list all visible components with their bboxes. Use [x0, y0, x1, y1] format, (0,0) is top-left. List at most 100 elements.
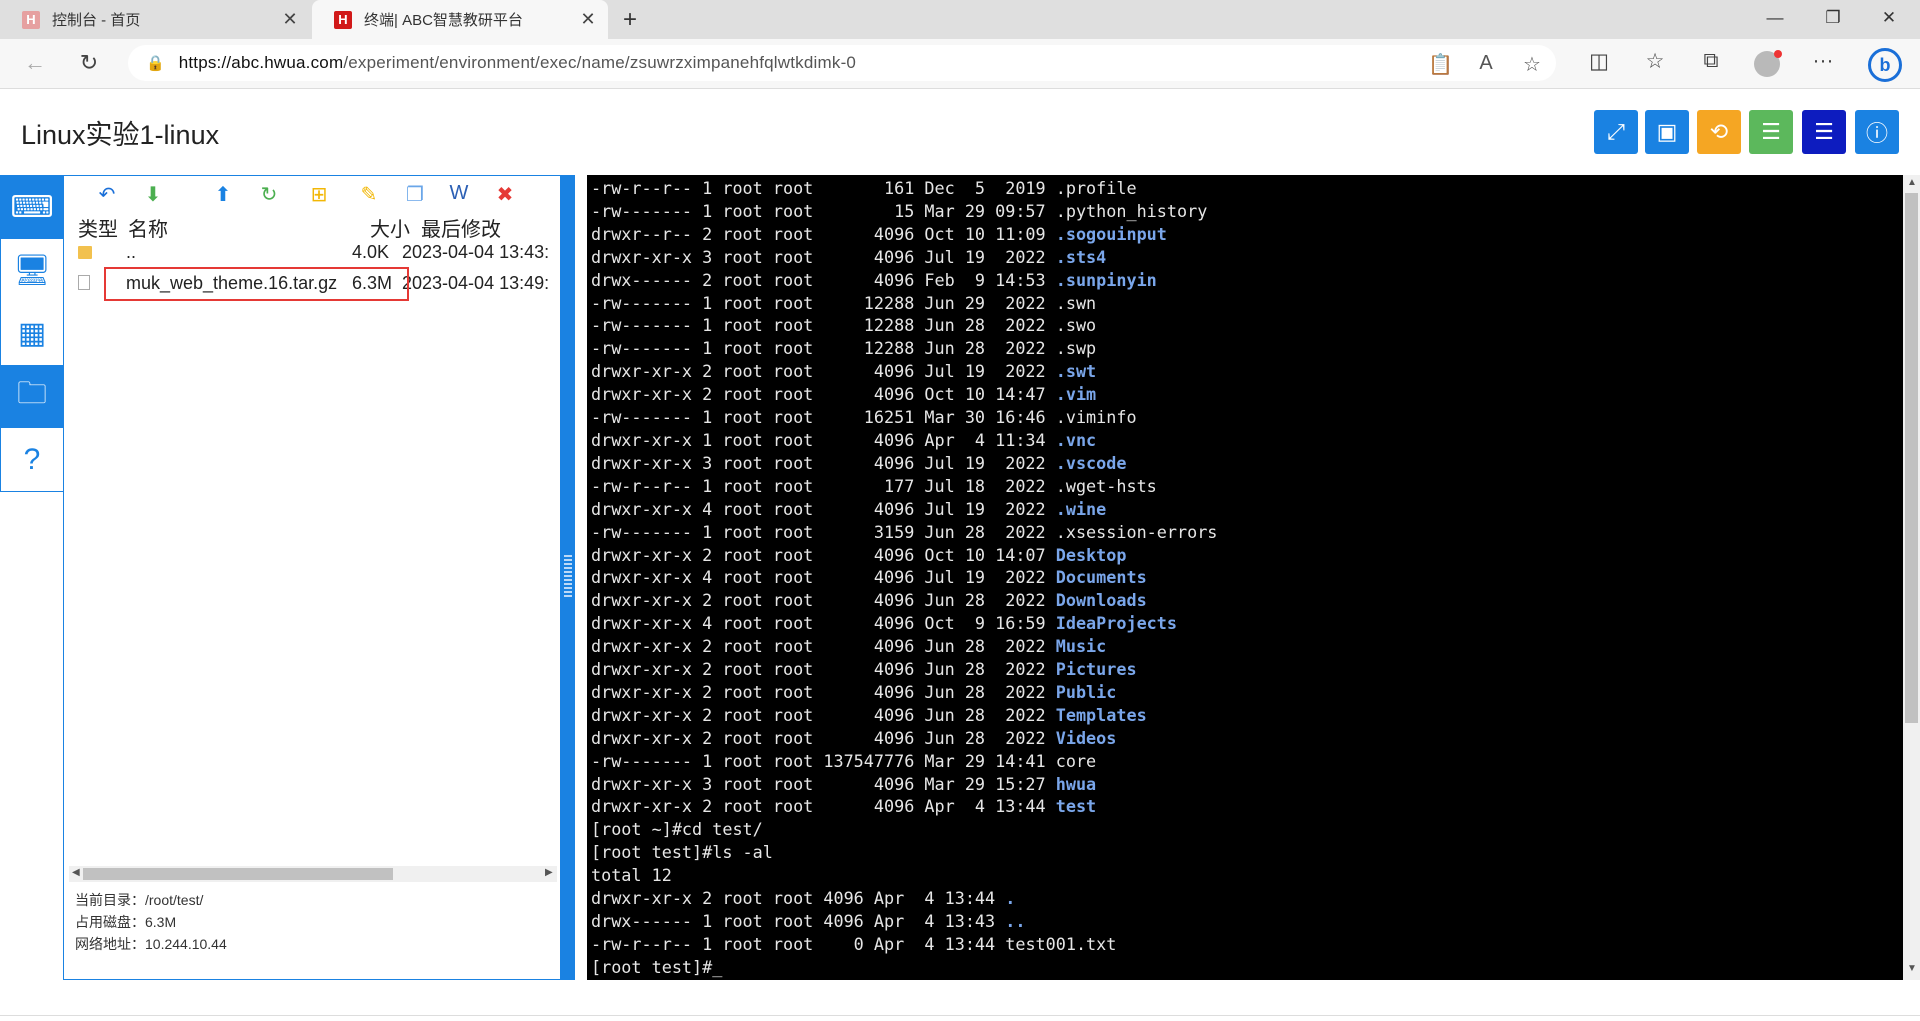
- task-list-button[interactable]: ☰: [1749, 110, 1793, 154]
- tab-title: 终端| ABC智慧教研平台: [364, 12, 523, 29]
- refresh-icon[interactable]: ↻: [256, 182, 282, 207]
- hwua-logo-icon: H: [22, 10, 40, 29]
- fullscreen-button[interactable]: ⤢: [1594, 110, 1638, 154]
- word-file-icon[interactable]: W: [446, 182, 472, 205]
- scroll-up-icon[interactable]: ▲: [1907, 177, 1917, 188]
- more-menu-icon[interactable]: ···: [1808, 49, 1838, 73]
- file-list-header: 类型 名称 大小 最后修改: [78, 213, 558, 241]
- terminal-dir-name: ..: [1005, 911, 1026, 931]
- favorites-icon[interactable]: ☆: [1640, 49, 1670, 74]
- terminal-output: -rw-r--r-- 1 root root 161 Dec 5 2019 .p…: [591, 177, 1217, 979]
- restore-icon[interactable]: ❐: [1818, 8, 1848, 28]
- terminal-dir-name: .sunpinyin: [1055, 269, 1157, 290]
- terminal-file-name: .wget-hsts: [1055, 475, 1157, 496]
- minimize-icon[interactable]: —: [1760, 8, 1790, 28]
- read-aloud-icon[interactable]: A: [1474, 52, 1498, 75]
- terminal-line-text: [root ~]#cd test/: [591, 819, 763, 840]
- profile-avatar[interactable]: [1754, 50, 1782, 77]
- bing-copilot-icon[interactable]: b: [1868, 48, 1902, 82]
- horizontal-scrollbar[interactable]: ◀ ▶: [69, 866, 557, 882]
- rename-icon[interactable]: ✎: [356, 182, 382, 207]
- disk-value: 6.3M: [145, 914, 177, 930]
- list-icon: ☰: [1761, 119, 1781, 144]
- terminal-panel[interactable]: -rw-r--r-- 1 root root 161 Dec 5 2019 .p…: [587, 175, 1903, 980]
- url-field[interactable]: 🔒 https://abc.hwua.com/experiment/enviro…: [128, 45, 1556, 81]
- terminal-line: drwxr-xr-x 2 root root 4096 Jul 19 2022 …: [591, 360, 1217, 383]
- terminal-line: drwxr-xr-x 2 root root 4096 Oct 10 14:47…: [591, 383, 1217, 406]
- terminal-line: -rw------- 1 root root 16251 Mar 30 16:4…: [591, 406, 1217, 429]
- back-icon[interactable]: ↶: [94, 182, 120, 207]
- panel-splitter[interactable]: [561, 175, 575, 980]
- info-icon: ⓘ: [1865, 121, 1888, 146]
- file-size: 4.0K: [352, 242, 390, 262]
- close-tab-icon[interactable]: ✕: [280, 9, 300, 30]
- terminal-line: drwx------ 2 root root 4096 Feb 9 14:53 …: [591, 269, 1217, 292]
- terminal-line-text: -rw------- 1 root root 137547776 Mar 29 …: [591, 750, 1056, 771]
- upload-icon[interactable]: ⬆: [210, 182, 236, 207]
- sidebar-item-files[interactable]: 🗀: [1, 365, 63, 428]
- terminal-dir-name: Pictures: [1055, 659, 1137, 680]
- new-tab-icon[interactable]: +: [618, 6, 642, 34]
- terminal-line: total 12: [591, 864, 1217, 887]
- terminal-line: drwxr-xr-x 2 root root 4096 Apr 4 13:44 …: [591, 795, 1217, 818]
- terminal-line-text: drwxr-xr-x 2 root root 4096 Apr 4 13:44: [591, 796, 1056, 817]
- refresh-icon[interactable]: ↻: [74, 50, 104, 76]
- terminal-line-text: drwxr-xr-x 2 root root 4096 Jul 19 2022: [591, 361, 1056, 382]
- close-window-icon[interactable]: ✕: [1874, 8, 1904, 28]
- lock-icon: 🔒: [146, 55, 165, 72]
- terminal-line: drwxr-xr-x 2 root root 4096 Jun 28 2022 …: [591, 635, 1217, 658]
- terminal-line: -rw------- 1 root root 15 Mar 29 09:57 .…: [591, 200, 1217, 223]
- ip-label: 网络地址：: [75, 936, 145, 952]
- sidebar-item-help[interactable]: ?: [1, 428, 63, 491]
- terminal-line: drwxr--r-- 2 root root 4096 Oct 10 11:09…: [591, 223, 1217, 246]
- terminal-line-text: drwxr-xr-x 2 root root 4096 Jun 28 2022: [591, 704, 1056, 725]
- copy-icon[interactable]: ❐: [402, 182, 428, 207]
- reset-button[interactable]: ⟲: [1697, 110, 1741, 154]
- header-modified: 最后修改: [421, 219, 501, 241]
- delete-icon[interactable]: ✖: [492, 182, 518, 207]
- list-icon: ☰: [1814, 119, 1834, 144]
- scroll-down-icon[interactable]: ▼: [1907, 963, 1917, 974]
- collections-icon[interactable]: ⧉: [1696, 49, 1726, 73]
- sidebar-item-desktop[interactable]: 🖥: [1, 239, 63, 302]
- terminal-line-text: [root test]#_: [591, 956, 723, 977]
- new-folder-icon[interactable]: ⊞: [306, 182, 332, 207]
- terminal-line-text: -rw------- 1 root root 12288 Jun 28 2022: [591, 338, 1056, 359]
- hwua-logo-icon: H: [334, 10, 352, 29]
- terminal-line: drwxr-xr-x 2 root root 4096 Jun 28 2022 …: [591, 658, 1217, 681]
- terminal-line-text: -rw------- 1 root root 3159 Jun 28 2022: [591, 521, 1056, 542]
- steps-list-button[interactable]: ☰: [1802, 110, 1846, 154]
- sidebar-item-apps[interactable]: ▦: [1, 302, 63, 365]
- scroll-left-icon[interactable]: ◀: [72, 867, 80, 878]
- terminal-line: -rw------- 1 root root 12288 Jun 29 2022…: [591, 292, 1217, 315]
- sidebar-item-terminal[interactable]: ⌨: [1, 176, 63, 239]
- back-icon[interactable]: ←: [20, 50, 50, 76]
- browser-tab-bar: H 控制台 - 首页 ✕ H 终端| ABC智慧教研平台 ✕ + — ❐ ✕: [0, 0, 1920, 39]
- code-window-button[interactable]: ▣: [1645, 110, 1689, 154]
- close-tab-icon[interactable]: ✕: [578, 9, 598, 30]
- terminal-line: -rw------- 1 root root 12288 Jun 28 2022…: [591, 314, 1217, 337]
- terminal-line: [root test]#_: [591, 956, 1217, 979]
- drag-handle-icon[interactable]: [564, 555, 572, 597]
- terminal-line-text: drwx------ 1 root root 4096 Apr 4 13:43: [591, 911, 1006, 931]
- scroll-thumb[interactable]: [1905, 193, 1918, 723]
- file-row[interactable]: .. 4.0K 2023-04-04 13:43:: [64, 242, 560, 266]
- header-size: 大小: [370, 219, 410, 241]
- scroll-right-icon[interactable]: ▶: [545, 867, 553, 878]
- grid-icon: ▦: [17, 317, 47, 350]
- browser-tab-terminal[interactable]: H 终端| ABC智慧教研平台 ✕: [312, 0, 608, 39]
- terminal-file-name: .viminfo: [1055, 407, 1137, 428]
- terminal-dir-name: Documents: [1055, 567, 1147, 588]
- terminal-file-name: .python_history: [1055, 200, 1208, 221]
- clipboard-icon[interactable]: 📋: [1428, 52, 1453, 77]
- terminal-scrollbar[interactable]: ▲ ▼: [1903, 175, 1920, 980]
- add-favorite-icon[interactable]: ☆: [1520, 52, 1544, 77]
- info-button[interactable]: ⓘ: [1855, 110, 1899, 154]
- split-screen-icon[interactable]: ◫: [1584, 49, 1614, 74]
- terminal-line: drwxr-xr-x 2 root root 4096 Oct 10 14:07…: [591, 544, 1217, 567]
- file-modified: 2023-04-04 13:43:: [402, 242, 550, 262]
- download-icon[interactable]: ⬇: [140, 182, 166, 207]
- terminal-line-text: drwxr-xr-x 4 root root 4096 Jul 19 2022: [591, 498, 1056, 519]
- browser-tab-console[interactable]: H 控制台 - 首页 ✕: [0, 0, 310, 39]
- scroll-thumb[interactable]: [83, 868, 393, 880]
